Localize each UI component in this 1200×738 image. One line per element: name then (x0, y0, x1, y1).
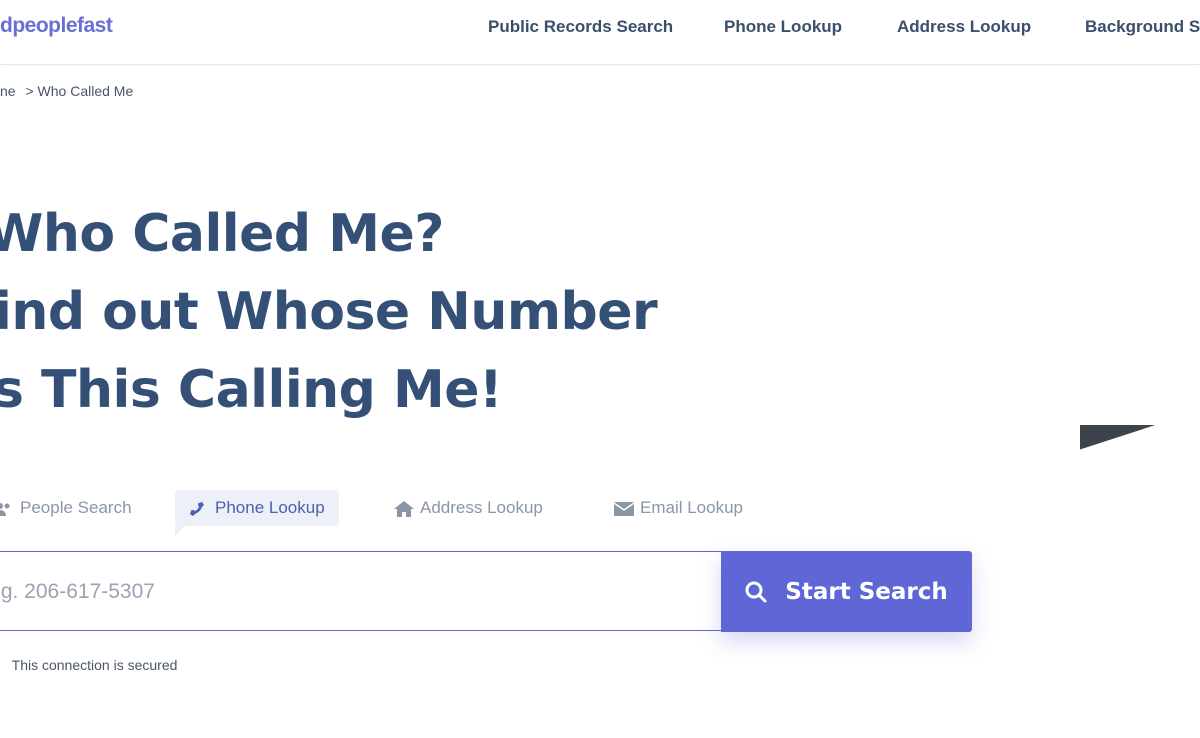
security-note-text: This connection is secured (11, 657, 178, 673)
tab-phone-lookup[interactable]: Phone Lookup (175, 490, 339, 536)
site-header: dpeoplefast Public Records Search Phone … (0, 0, 1200, 65)
tab-phone-lookup-label: Phone Lookup (215, 498, 325, 517)
hero-red-sign (1180, 242, 1200, 252)
tab-address-lookup-label: Address Lookup (420, 498, 543, 517)
tab-address-lookup[interactable]: Address Lookup (380, 490, 557, 526)
nav-address-lookup[interactable]: Address Lookup (897, 17, 1031, 37)
envelope-icon (614, 501, 634, 516)
nav-public-records-search[interactable]: Public Records Search (488, 17, 673, 37)
site-logo[interactable]: dpeoplefast (0, 14, 113, 38)
breadcrumb-separator: > (25, 83, 34, 99)
breadcrumb-home-link[interactable]: ne (0, 83, 16, 99)
tab-email-lookup[interactable]: Email Lookup (600, 490, 757, 526)
title-line-2: ind out Whose Number (0, 282, 658, 342)
title-line-1: Who Called Me? (0, 204, 444, 264)
nav-background-search[interactable]: Background Se (1085, 17, 1200, 37)
breadcrumb-current: Who Called Me (37, 83, 134, 99)
tab-email-lookup-label: Email Lookup (640, 498, 744, 517)
tab-people-search[interactable]: People Search (0, 490, 146, 526)
start-search-label: Start Search (785, 578, 948, 605)
search-box (0, 551, 722, 632)
page-title: Who Called Me? ind out Whose Number s Th… (0, 195, 658, 429)
phone-search-input[interactable] (0, 552, 701, 632)
title-line-3: s This Calling Me! (0, 360, 503, 420)
search-icon (745, 581, 767, 603)
users-icon (0, 501, 12, 517)
start-search-button[interactable]: Start Search (721, 551, 972, 632)
home-icon (394, 500, 414, 517)
nav-phone-lookup[interactable]: Phone Lookup (724, 17, 842, 37)
tab-people-search-label: People Search (20, 498, 132, 517)
active-tab-pointer (175, 526, 185, 536)
security-note: This connection is secured (0, 657, 178, 673)
phone-icon (189, 501, 207, 517)
breadcrumb: ne > Who Called Me (0, 83, 133, 99)
